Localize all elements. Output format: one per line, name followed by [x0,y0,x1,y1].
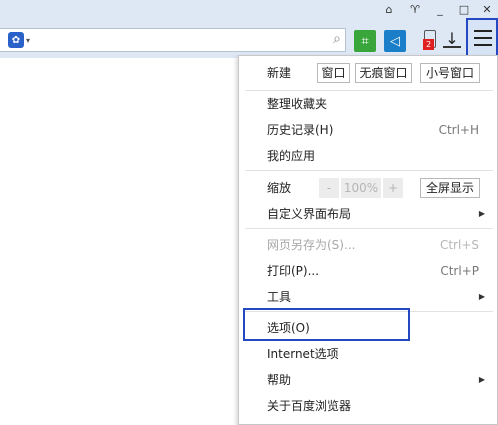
history-shortcut: Ctrl+H [438,123,479,137]
submenu-arrow-icon: ▶ [478,292,485,301]
zoom-level: 100% [341,178,381,198]
zoom-out-button[interactable]: - [319,178,339,198]
menu-separator [245,170,493,171]
search-box[interactable]: ✿ ▾ ⌕ [0,28,346,52]
menu-new-label: 新建 [267,66,292,80]
print-shortcut: Ctrl+P [440,264,479,278]
menu-item-internet-options[interactable]: Internet选项 [267,344,339,364]
baidu-paw-icon: ✿ [8,32,24,48]
menu-separator [245,90,493,91]
menu-item-my-apps[interactable]: 我的应用 [267,146,315,166]
save-shortcut: Ctrl+S [439,238,479,252]
new-window-button[interactable]: 窗口 [317,63,350,83]
title-bar: ⌂ ♈ _ □ ✕ [0,0,498,18]
new-incognito-window-button[interactable]: 无痕窗口 [355,63,412,83]
new-small-window-button[interactable]: 小号窗口 [420,63,480,83]
close-button[interactable]: ✕ [476,1,498,17]
main-menu: 新建 窗口 无痕窗口 小号窗口 整理收藏夹 历史记录(H) Ctrl+H 我的应… [238,55,498,425]
home-icon[interactable]: ⌂ [378,1,400,17]
screenshot-icon[interactable]: ⌗ [354,30,376,52]
minimize-button[interactable]: _ [429,1,451,17]
menu-item-tools[interactable]: 工具 [267,287,291,307]
menu-item-organize-favorites[interactable]: 整理收藏夹 [267,94,327,114]
menu-item-help[interactable]: 帮助 [267,370,291,390]
options-highlight-box [243,308,410,341]
fullscreen-button[interactable]: 全屏显示 [420,178,480,198]
menu-item-customize-layout[interactable]: 自定义界面布局 [267,204,351,224]
menu-item-save-page-as[interactable]: 网页另存为(S)... [267,235,355,255]
submenu-arrow-icon: ▶ [478,375,485,384]
search-engine-selector[interactable]: ✿ ▾ [8,32,38,48]
menu-item-about[interactable]: 关于百度浏览器 [267,396,351,416]
menu-item-print[interactable]: 打印(P)... [267,261,319,281]
menu-zoom-label: 缩放 [267,181,292,195]
zoom-in-button[interactable]: + [383,178,403,198]
notification-badge: 2 [423,39,434,50]
menu-item-history[interactable]: 历史记录(H) [267,120,333,140]
sidebar-icon[interactable]: ◁ [384,30,406,52]
chevron-down-icon: ▾ [26,35,31,45]
skin-icon[interactable]: ♈ [404,1,426,17]
menu-separator [245,228,493,229]
menu-icon[interactable] [474,30,492,46]
download-icon[interactable]: ↓ [443,29,461,48]
restore-button[interactable]: □ [453,1,475,17]
search-icon[interactable]: ⌕ [333,31,341,47]
submenu-arrow-icon: ▶ [478,209,485,218]
